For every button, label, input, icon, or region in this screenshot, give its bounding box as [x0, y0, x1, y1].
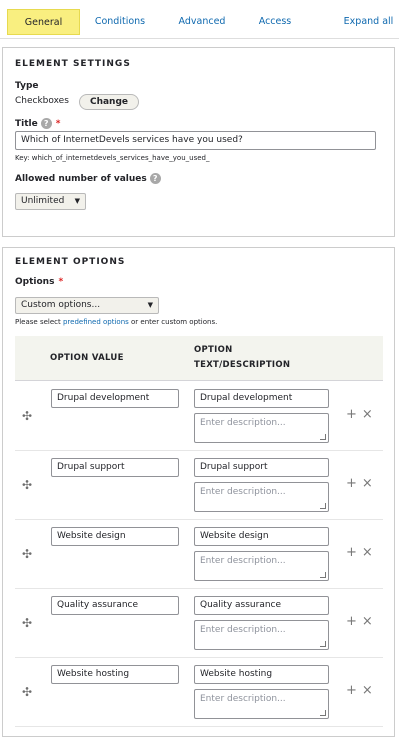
option-text-input[interactable]: Quality assurance	[194, 596, 329, 615]
drag-handle-icon[interactable]: ✣	[22, 478, 32, 492]
expand-all-link[interactable]: Expand all	[338, 9, 399, 35]
allowed-values-selected: Unlimited	[21, 196, 65, 206]
help-icon[interactable]: ?	[149, 173, 161, 184]
element-options-card: ELEMENT OPTIONS Options * Custom options.…	[2, 247, 395, 737]
options-table-header: OPTION VALUE OPTION TEXT/DESCRIPTION	[15, 336, 383, 381]
option-value-input[interactable]: Drupal support	[51, 458, 179, 477]
option-text-input[interactable]: Drupal support	[194, 458, 329, 477]
option-description-textarea[interactable]: Enter description...	[194, 620, 329, 650]
tab-advanced[interactable]: Advanced	[170, 9, 234, 35]
description-placeholder: Enter description...	[200, 487, 286, 497]
allowed-values-label: Allowed number of values	[15, 174, 147, 184]
options-label-wrap: Options *	[15, 277, 63, 287]
change-type-button[interactable]: Change	[79, 94, 139, 110]
required-marker: *	[58, 277, 64, 287]
element-settings-card: ELEMENT SETTINGS Type Checkboxes Change …	[2, 47, 395, 237]
type-label: Type	[15, 81, 39, 91]
drag-handle-icon[interactable]: ✣	[22, 616, 32, 630]
required-marker: *	[55, 119, 61, 129]
resize-grip-icon[interactable]	[320, 641, 326, 647]
col-option-value: OPTION VALUE	[50, 353, 124, 363]
machine-key-text: Key: which_of_internetdevels_services_ha…	[15, 154, 210, 162]
add-row-icon[interactable]: +	[346, 476, 357, 491]
add-row-icon[interactable]: +	[346, 545, 357, 560]
add-row-icon[interactable]: +	[346, 407, 357, 422]
title-label-wrap: Title? *	[15, 118, 60, 129]
remove-row-icon[interactable]: ×	[362, 476, 373, 491]
title-input[interactable]: Which of InternetDevels services have yo…	[15, 131, 376, 150]
options-label: Options	[15, 277, 55, 287]
option-text-input[interactable]: Website hosting	[194, 665, 329, 684]
drag-handle-icon[interactable]: ✣	[22, 547, 32, 561]
element-options-heading: ELEMENT OPTIONS	[15, 257, 126, 267]
chevron-down-icon: ▼	[74, 197, 80, 205]
remove-row-icon[interactable]: ×	[362, 407, 373, 422]
resize-grip-icon[interactable]	[320, 434, 326, 440]
option-text-input[interactable]: Drupal development	[194, 389, 329, 408]
add-row-icon[interactable]: +	[346, 614, 357, 629]
row-actions: + ×	[346, 545, 378, 560]
tab-access[interactable]: Access	[248, 9, 302, 35]
option-description-textarea[interactable]: Enter description...	[194, 551, 329, 581]
options-source-select[interactable]: Custom options... ▼	[15, 297, 159, 314]
col-option-text-line1: OPTION	[194, 345, 233, 355]
element-settings-heading: ELEMENT SETTINGS	[15, 59, 131, 69]
option-value-input[interactable]: Quality assurance	[51, 596, 179, 615]
type-value: Checkboxes	[15, 96, 69, 106]
options-hint: Please select predefined options or ente…	[15, 318, 217, 326]
row-actions: + ×	[346, 407, 378, 422]
remove-row-icon[interactable]: ×	[362, 545, 373, 560]
table-row: ✣ Quality assurance Quality assurance En…	[15, 589, 383, 658]
row-actions: + ×	[346, 683, 378, 698]
options-source-selected: Custom options...	[21, 300, 101, 310]
description-placeholder: Enter description...	[200, 625, 286, 635]
option-description-textarea[interactable]: Enter description...	[194, 482, 329, 512]
add-row-icon[interactable]: +	[346, 683, 357, 698]
remove-row-icon[interactable]: ×	[362, 614, 373, 629]
row-actions: + ×	[346, 476, 378, 491]
table-row: ✣ Website hosting Website hosting Enter …	[15, 658, 383, 727]
options-hint-prefix: Please select	[15, 318, 63, 326]
tab-conditions[interactable]: Conditions	[88, 9, 152, 35]
chevron-down-icon: ▼	[147, 301, 153, 309]
option-value-input[interactable]: Drupal development	[51, 389, 179, 408]
col-option-text-line2: TEXT/DESCRIPTION	[194, 360, 291, 370]
description-placeholder: Enter description...	[200, 418, 286, 428]
resize-grip-icon[interactable]	[320, 710, 326, 716]
option-description-textarea[interactable]: Enter description...	[194, 689, 329, 719]
resize-grip-icon[interactable]	[320, 503, 326, 509]
tab-general[interactable]: General	[7, 9, 80, 35]
title-label: Title	[15, 119, 38, 129]
table-row: ✣ Website design Website design Enter de…	[15, 520, 383, 589]
allowed-values-label-wrap: Allowed number of values?	[15, 173, 161, 184]
options-hint-suffix: or enter custom options.	[128, 318, 218, 326]
row-actions: + ×	[346, 614, 378, 629]
help-icon[interactable]: ?	[40, 118, 52, 129]
remove-row-icon[interactable]: ×	[362, 683, 373, 698]
description-placeholder: Enter description...	[200, 556, 286, 566]
allowed-values-select[interactable]: Unlimited ▼	[15, 193, 86, 210]
option-value-input[interactable]: Website hosting	[51, 665, 179, 684]
predefined-options-link[interactable]: predefined options	[63, 318, 129, 326]
resize-grip-icon[interactable]	[320, 572, 326, 578]
drag-handle-icon[interactable]: ✣	[22, 685, 32, 699]
table-row: ✣ Drupal support Drupal support Enter de…	[15, 451, 383, 520]
option-text-input[interactable]: Website design	[194, 527, 329, 546]
vertical-tabs-bar: General Conditions Advanced Access Expan…	[0, 0, 399, 39]
table-row: ✣ Drupal development Drupal development …	[15, 382, 383, 451]
drag-handle-icon[interactable]: ✣	[22, 409, 32, 423]
option-value-input[interactable]: Website design	[51, 527, 179, 546]
option-description-textarea[interactable]: Enter description...	[194, 413, 329, 443]
description-placeholder: Enter description...	[200, 694, 286, 704]
